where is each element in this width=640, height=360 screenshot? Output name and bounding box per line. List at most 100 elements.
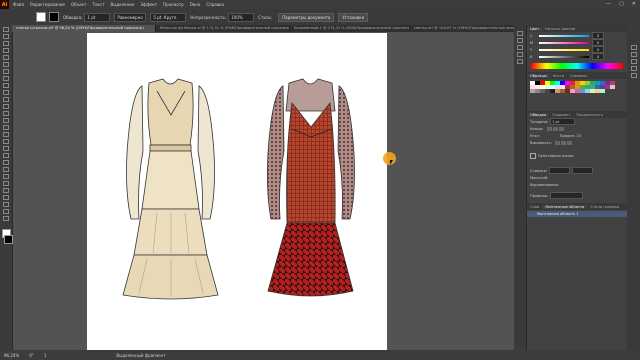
line-tool-icon[interactable]	[3, 76, 9, 81]
rotate-tool-icon[interactable]	[3, 111, 9, 116]
minimize-button[interactable]: —	[606, 1, 611, 7]
perspective-grid-tool-icon[interactable]	[3, 146, 9, 151]
libraries-icon[interactable]	[517, 38, 523, 43]
artboard-list-item[interactable]: Монтажная область 1	[527, 211, 627, 217]
artboard-tool-icon[interactable]	[3, 195, 9, 200]
tab-tshirt[interactable]: Женская футболка.ai @ 174,31 % (RGB/Пред…	[156, 25, 291, 32]
cyan-value[interactable]: 0	[592, 32, 604, 39]
tab-graphic-styles[interactable]: Стили графики	[587, 205, 622, 209]
selection-tool-icon[interactable]	[3, 27, 9, 32]
maximize-button[interactable]: ▢	[619, 1, 624, 7]
gradient-tool-icon[interactable]	[3, 160, 9, 165]
opacity-input[interactable]: 100%	[228, 12, 255, 22]
menu-window[interactable]: Окно	[190, 2, 201, 7]
tab-swatches[interactable]: Образцы	[527, 73, 550, 78]
yellow-slider[interactable]	[539, 48, 589, 51]
dress-left-illustration[interactable]	[122, 78, 219, 300]
transform-icon[interactable]	[517, 45, 523, 50]
stroke-color-icon[interactable]	[4, 235, 13, 244]
align-stroke-buttons[interactable]	[554, 140, 572, 145]
arrow-start-select[interactable]	[549, 167, 571, 174]
symbol-sprayer-tool-icon[interactable]	[3, 181, 9, 186]
links-icon[interactable]	[630, 66, 637, 71]
dress-right-illustration[interactable]	[267, 78, 355, 297]
dashed-checkbox[interactable]	[530, 152, 536, 159]
eraser-tool-icon[interactable]	[3, 104, 9, 109]
scale-tool-icon[interactable]	[3, 118, 9, 123]
menu-file[interactable]: Файл	[13, 2, 24, 7]
artboard-number[interactable]: 1	[44, 353, 47, 358]
menu-text[interactable]: Текст	[93, 2, 105, 7]
tab-artboards[interactable]: Монтажные области	[542, 204, 588, 209]
menu-help[interactable]: Справка	[206, 2, 224, 7]
menu-select[interactable]: Выделение	[110, 2, 134, 7]
profile-select[interactable]	[550, 192, 584, 199]
tab-layers[interactable]: Слои	[527, 205, 542, 209]
width-tool-icon[interactable]	[3, 125, 9, 130]
tab-untitled[interactable]: Безымянный-1 @ 174,31 % (RGB/Предварител…	[290, 25, 410, 32]
align-icon[interactable]	[517, 52, 523, 57]
arrow-end-select[interactable]	[572, 167, 594, 174]
fill-swatch[interactable]	[36, 12, 46, 22]
close-button[interactable]: ✕	[632, 1, 636, 7]
mesh-tool-icon[interactable]	[3, 153, 9, 158]
tab-sweater[interactable]: свитер.ai* @ 156,07 % (CMYK/Предваритель…	[410, 25, 520, 32]
tab-color-guide[interactable]: Каталог цветов	[542, 27, 578, 31]
blend-tool-icon[interactable]	[3, 174, 9, 179]
menu-effect[interactable]: Эффект	[140, 2, 157, 7]
menu-object[interactable]: Объект	[71, 2, 87, 7]
black-slider[interactable]	[539, 55, 589, 58]
tab-dress-sketch[interactable]: платье штрихом.ai* @ 96,24 % (CMYK/Предв…	[12, 25, 156, 32]
pencil-tool-icon[interactable]	[3, 97, 9, 102]
artboard[interactable]	[87, 33, 387, 350]
tab-gradient[interactable]: Градиент	[549, 113, 573, 117]
graph-tool-icon[interactable]	[3, 188, 9, 193]
cap-buttons[interactable]	[546, 126, 564, 131]
appearance-icon[interactable]	[630, 73, 637, 78]
brush-profile-select[interactable]: Равномерно	[114, 12, 147, 22]
brush-style-select[interactable]: 5 pt. Кругл.	[150, 12, 187, 22]
rotation-value[interactable]: 0°	[29, 353, 34, 358]
swatch-grid[interactable]	[530, 81, 624, 93]
character-icon[interactable]	[630, 45, 637, 50]
magenta-value[interactable]: 0	[592, 39, 604, 46]
document-settings-button[interactable]: Параметры документа	[278, 12, 335, 22]
rectangle-tool-icon[interactable]	[3, 83, 9, 88]
pen-tool-icon[interactable]	[3, 55, 9, 60]
zoom-level[interactable]: 96,24%	[4, 353, 19, 358]
slice-tool-icon[interactable]	[3, 202, 9, 207]
tab-stroke[interactable]: Обводка	[527, 112, 550, 117]
miter-limit-field[interactable]: Предел: 10	[560, 134, 581, 138]
magic-wand-tool-icon[interactable]	[3, 41, 9, 46]
lasso-tool-icon[interactable]	[3, 48, 9, 53]
menu-view[interactable]: Просмотр	[163, 2, 184, 7]
tab-transparency[interactable]: Прозрачность	[573, 113, 605, 117]
artboard-canvas[interactable]	[87, 33, 387, 350]
zoom-tool-icon[interactable]	[3, 216, 9, 221]
color-swatch[interactable]	[600, 89, 605, 93]
opentype-icon[interactable]	[630, 59, 637, 64]
magenta-slider[interactable]	[539, 41, 589, 44]
tab-symbols[interactable]: Символы	[567, 74, 590, 78]
curvature-tool-icon[interactable]	[3, 62, 9, 67]
color-spectrum[interactable]	[531, 63, 623, 69]
stroke-weight-input[interactable]: 1 pt	[84, 12, 111, 22]
properties-icon[interactable]	[517, 31, 523, 36]
eyedropper-tool-icon[interactable]	[3, 167, 9, 172]
cyan-slider[interactable]	[539, 34, 589, 37]
tab-brushes[interactable]: Кисти	[550, 74, 567, 78]
pathfinder-icon[interactable]	[517, 59, 523, 64]
black-value[interactable]: 0	[592, 53, 604, 60]
menu-edit[interactable]: Редактирование	[30, 2, 65, 7]
type-tool-icon[interactable]	[3, 69, 9, 74]
yellow-value[interactable]: 0	[592, 46, 604, 53]
stroke-swatch[interactable]	[49, 12, 59, 22]
hand-tool-icon[interactable]	[3, 209, 9, 214]
shape-builder-tool-icon[interactable]	[3, 139, 9, 144]
preferences-button[interactable]: Установки	[338, 12, 369, 22]
direct-selection-tool-icon[interactable]	[3, 34, 9, 39]
free-transform-tool-icon[interactable]	[3, 132, 9, 137]
tab-color[interactable]: Цвет	[527, 26, 543, 31]
paragraph-icon[interactable]	[630, 52, 637, 57]
stroke-weight-field[interactable]: 1 pt	[550, 118, 576, 125]
